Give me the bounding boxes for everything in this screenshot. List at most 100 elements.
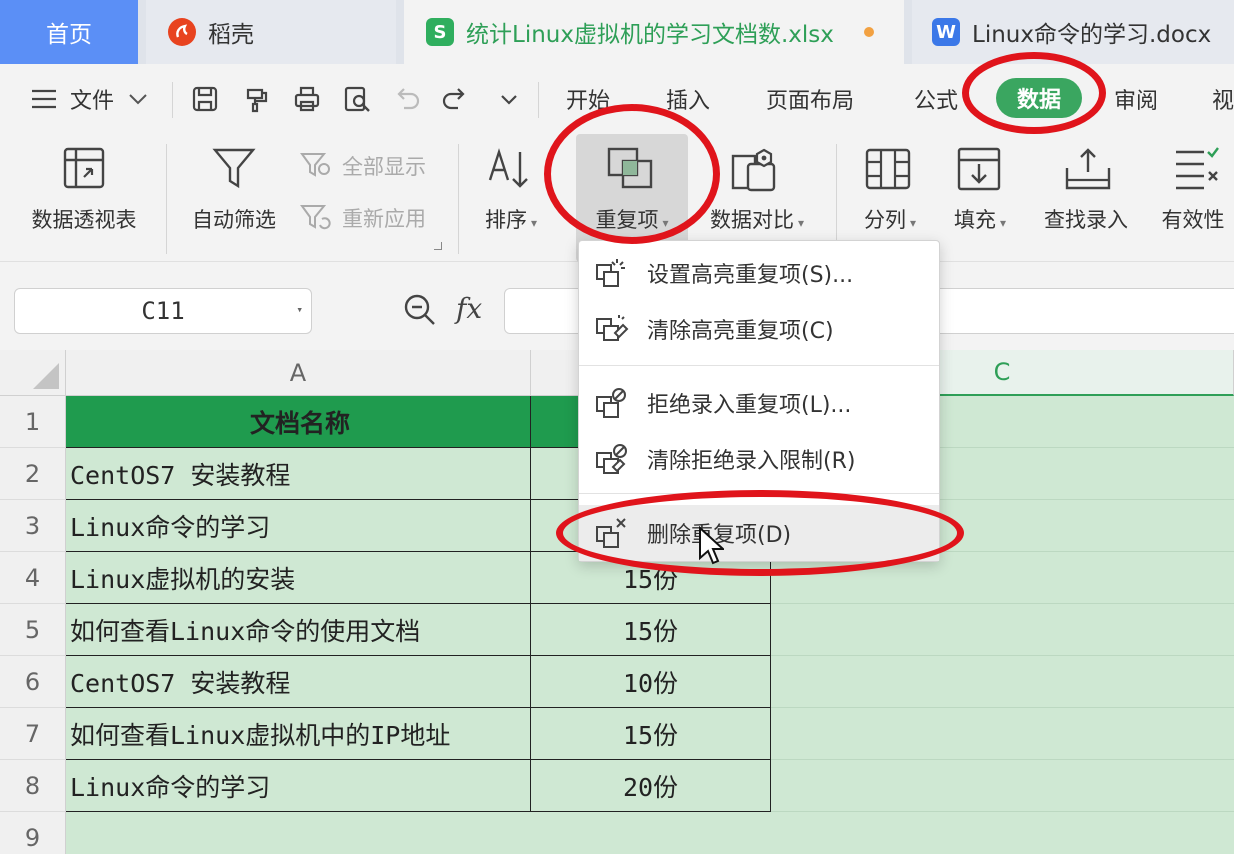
caret-down-icon: ▾ bbox=[530, 216, 538, 230]
tab-spreadsheet-label: 统计Linux虚拟机的学习文档数.xlsx bbox=[466, 22, 834, 48]
cell-b9[interactable] bbox=[531, 812, 771, 854]
row-header[interactable]: 3 bbox=[0, 500, 66, 552]
show-all-icon bbox=[300, 153, 330, 177]
file-menu[interactable]: 文件 bbox=[30, 64, 148, 134]
document-app-icon: W bbox=[932, 18, 960, 46]
row-header[interactable]: 1 bbox=[0, 396, 66, 448]
hamburger-icon bbox=[32, 89, 56, 109]
cell-c5[interactable] bbox=[771, 604, 1234, 656]
fx-icon[interactable]: fx bbox=[456, 292, 482, 325]
sort-label-wrap: 排序 ▾ bbox=[470, 204, 552, 234]
cell-a1[interactable]: 文档名称 bbox=[66, 396, 531, 448]
cell-a9[interactable] bbox=[66, 812, 531, 854]
column-header-a[interactable]: A bbox=[66, 350, 531, 396]
clear-highlight-icon bbox=[596, 315, 629, 341]
show-all-label: 全部显示 bbox=[342, 155, 426, 179]
caret-down-icon: ▾ bbox=[797, 216, 805, 230]
print-icon[interactable] bbox=[292, 84, 322, 114]
file-menu-label: 文件 bbox=[70, 89, 115, 114]
tab-view[interactable]: 视 bbox=[1212, 64, 1234, 134]
divider bbox=[172, 82, 173, 118]
cell-b6[interactable]: 10份 bbox=[531, 656, 771, 708]
show-all-button[interactable]: 全部显示 bbox=[300, 148, 426, 184]
cell-c7[interactable] bbox=[771, 708, 1234, 760]
tab-review[interactable]: 审阅 bbox=[1114, 64, 1158, 134]
zoom-icon[interactable] bbox=[402, 292, 438, 328]
cell-a5[interactable]: 如何查看Linux命令的使用文档 bbox=[66, 604, 531, 656]
find-entry-label: 查找录入 bbox=[1044, 208, 1128, 232]
menu-item-label: 清除拒绝录入限制(R) bbox=[647, 449, 856, 474]
tab-daoke-label: 稻壳 bbox=[208, 22, 254, 48]
fill-button[interactable]: 填充 ▾ bbox=[940, 134, 1020, 262]
row-header[interactable]: 6 bbox=[0, 656, 66, 708]
menu-item-label: 设置高亮重复项(S)... bbox=[647, 263, 854, 288]
row-header[interactable]: 9 bbox=[0, 812, 66, 854]
redo-icon[interactable] bbox=[440, 84, 470, 114]
tab-document[interactable]: W Linux命令的学习.docx bbox=[912, 0, 1234, 64]
cell-c8[interactable] bbox=[771, 760, 1234, 812]
tab-page-layout-label: 页面布局 bbox=[766, 89, 855, 114]
auto-filter-label: 自动筛选 bbox=[192, 208, 276, 232]
cell-a3[interactable]: Linux命令的学习 bbox=[66, 500, 531, 552]
reapply-button[interactable]: 重新应用 bbox=[300, 200, 426, 236]
spreadsheet-app-icon: S bbox=[426, 18, 454, 46]
cell-a6[interactable]: CentOS7 安装教程 bbox=[66, 656, 531, 708]
cell-a2[interactable]: CentOS7 安装教程 bbox=[66, 448, 531, 500]
data-compare-label-wrap: 数据对比 ▾ bbox=[698, 204, 816, 234]
find-entry-icon bbox=[1065, 148, 1111, 190]
mouse-cursor-icon bbox=[699, 526, 724, 565]
annotation-ring-duplicates bbox=[544, 104, 720, 244]
cell-a4[interactable]: Linux虚拟机的安装 bbox=[66, 552, 531, 604]
divider bbox=[166, 144, 167, 254]
reapply-label: 重新应用 bbox=[342, 207, 426, 231]
cell-c9[interactable] bbox=[771, 812, 1234, 854]
cell-c6[interactable] bbox=[771, 656, 1234, 708]
row-header[interactable]: 2 bbox=[0, 448, 66, 500]
menu-item-clear-highlight[interactable]: 清除高亮重复项(C) bbox=[579, 301, 939, 357]
cell-a8[interactable]: Linux命令的学习 bbox=[66, 760, 531, 812]
select-all-icon bbox=[33, 363, 59, 389]
sort-label: 排序 bbox=[484, 208, 527, 232]
find-entry-button[interactable]: 查找录入 bbox=[1034, 134, 1138, 262]
menu-divider bbox=[579, 365, 939, 366]
format-painter-icon[interactable] bbox=[242, 84, 272, 114]
tab-review-label: 审阅 bbox=[1114, 89, 1159, 114]
split-column-label: 分列 bbox=[863, 208, 906, 232]
quick-access-dropdown-icon[interactable] bbox=[494, 84, 524, 114]
row-header[interactable]: 7 bbox=[0, 708, 66, 760]
caret-down-icon[interactable]: ▾ bbox=[296, 303, 303, 316]
tab-daoke[interactable]: 稻壳 bbox=[146, 0, 396, 64]
fill-label-wrap: 填充 ▾ bbox=[940, 204, 1020, 234]
tab-formula[interactable]: 公式 bbox=[914, 64, 958, 134]
cell-a7[interactable]: 如何查看Linux虚拟机中的IP地址 bbox=[66, 708, 531, 760]
cell-name-box[interactable]: C11 ▾ bbox=[14, 288, 312, 334]
caret-down-icon: ▾ bbox=[909, 216, 917, 230]
menu-item-highlight-duplicates[interactable]: 设置高亮重复项(S)... bbox=[579, 245, 939, 301]
menu-item-label: 清除高亮重复项(C) bbox=[647, 319, 834, 344]
split-column-label-wrap: 分列 ▾ bbox=[850, 204, 930, 234]
validity-button[interactable]: 有效性 bbox=[1152, 134, 1234, 262]
fill-label: 填充 bbox=[953, 208, 996, 232]
row-header[interactable]: 8 bbox=[0, 760, 66, 812]
print-preview-icon[interactable] bbox=[342, 84, 372, 114]
auto-filter-button[interactable]: 自动筛选 bbox=[184, 134, 284, 262]
row-header[interactable]: 4 bbox=[0, 552, 66, 604]
tab-page-layout[interactable]: 页面布局 bbox=[766, 64, 854, 134]
undo-icon[interactable] bbox=[392, 84, 422, 114]
chevron-down-icon bbox=[129, 94, 147, 105]
menu-item-reject-duplicates[interactable]: 拒绝录入重复项(L)... bbox=[579, 375, 939, 431]
row-header[interactable]: 5 bbox=[0, 604, 66, 656]
save-icon[interactable] bbox=[190, 84, 220, 114]
tab-spreadsheet[interactable]: S 统计Linux虚拟机的学习文档数.xlsx bbox=[404, 0, 904, 64]
cell-b7[interactable]: 15份 bbox=[531, 708, 771, 760]
menu-item-clear-reject[interactable]: 清除拒绝录入限制(R) bbox=[579, 431, 939, 487]
cell-b8[interactable]: 20份 bbox=[531, 760, 771, 812]
cell-b5[interactable]: 15份 bbox=[531, 604, 771, 656]
select-all-corner[interactable] bbox=[0, 350, 66, 396]
pivot-table-icon bbox=[63, 147, 105, 189]
tab-home[interactable]: 首页 bbox=[0, 0, 138, 64]
sort-button[interactable]: 排序 ▾ bbox=[470, 134, 552, 262]
data-compare-label: 数据对比 bbox=[709, 208, 794, 232]
dialog-launcher-icon[interactable] bbox=[434, 242, 442, 250]
pivot-table-button[interactable]: 数据透视表 bbox=[14, 134, 154, 262]
